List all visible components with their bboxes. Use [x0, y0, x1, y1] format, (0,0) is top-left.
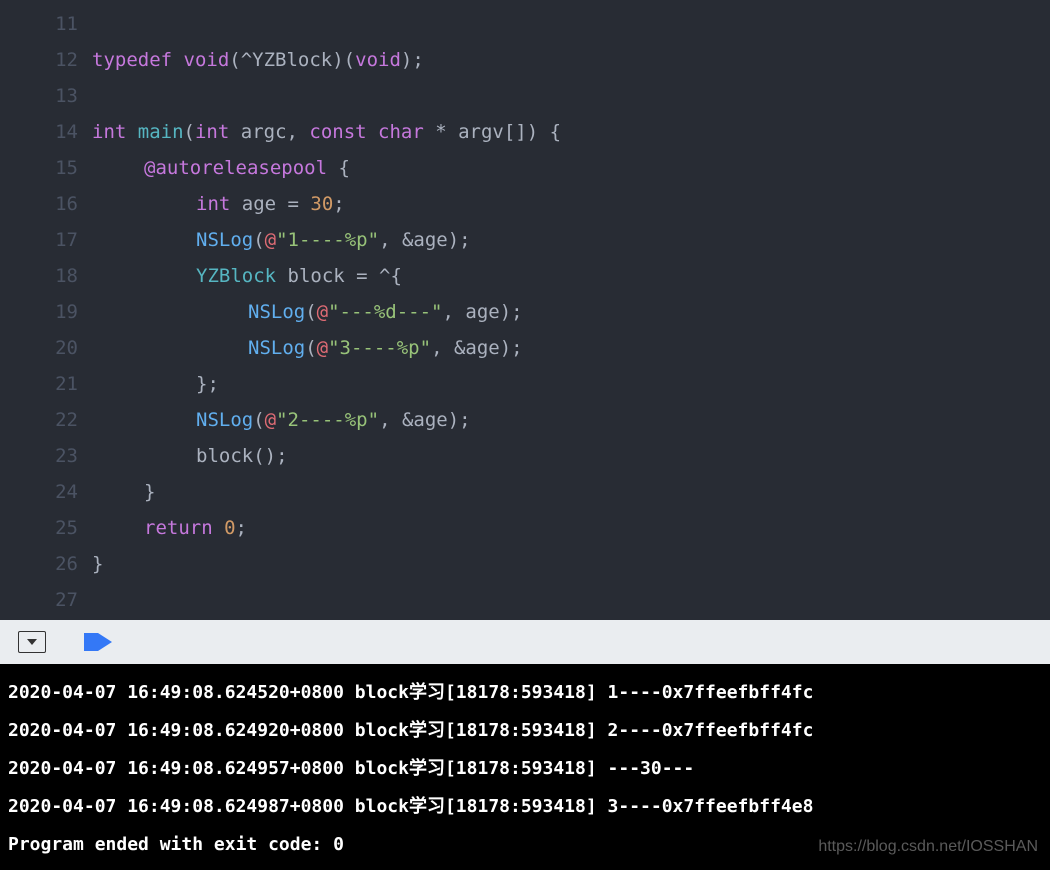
console-line: 2020-04-07 16:49:08.624987+0800 block学习[… [8, 788, 1042, 826]
line-number: 17 [0, 222, 78, 258]
code-line[interactable]: NSLog(@"1----%p", &age); [92, 222, 1050, 258]
code-line[interactable] [92, 6, 1050, 42]
line-number: 23 [0, 438, 78, 474]
code-line[interactable]: NSLog(@"2----%p", &age); [92, 402, 1050, 438]
line-number: 15 [0, 150, 78, 186]
code-line[interactable]: return 0; [92, 510, 1050, 546]
console-line: 2020-04-07 16:49:08.624920+0800 block学习[… [8, 712, 1042, 750]
console-line: 2020-04-07 16:49:08.624520+0800 block学习[… [8, 674, 1042, 712]
line-number: 22 [0, 402, 78, 438]
dropdown-button[interactable] [18, 631, 46, 653]
code-line[interactable]: YZBlock block = ^{ [92, 258, 1050, 294]
code-line[interactable]: block(); [92, 438, 1050, 474]
code-line[interactable]: } [92, 546, 1050, 582]
code-line[interactable]: int main(int argc, const char * argv[]) … [92, 114, 1050, 150]
code-line[interactable] [92, 78, 1050, 114]
line-number: 26 [0, 546, 78, 582]
code-line[interactable]: }; [92, 366, 1050, 402]
code-line[interactable]: int age = 30; [92, 186, 1050, 222]
code-line[interactable] [92, 582, 1050, 618]
line-number: 13 [0, 78, 78, 114]
line-number: 24 [0, 474, 78, 510]
breakpoint-arrow-icon[interactable] [98, 633, 112, 651]
code-editor[interactable]: 1112131415161718192021222324252627 typed… [0, 0, 1050, 620]
line-number: 20 [0, 330, 78, 366]
watermark-text: https://blog.csdn.net/IOSSHAN [818, 838, 1038, 856]
code-line[interactable]: @autoreleasepool { [92, 150, 1050, 186]
line-number: 14 [0, 114, 78, 150]
line-number: 18 [0, 258, 78, 294]
console-line: 2020-04-07 16:49:08.624957+0800 block学习[… [8, 750, 1042, 788]
chevron-down-icon [27, 639, 37, 645]
line-number-gutter: 1112131415161718192021222324252627 [0, 0, 92, 620]
console-output[interactable]: 2020-04-07 16:49:08.624520+0800 block学习[… [0, 664, 1050, 870]
code-line[interactable]: typedef void(^YZBlock)(void); [92, 42, 1050, 78]
debug-toolbar [0, 620, 1050, 664]
code-area[interactable]: typedef void(^YZBlock)(void); int main(in… [92, 0, 1050, 620]
line-number: 27 [0, 582, 78, 618]
code-line[interactable]: NSLog(@"3----%p", &age); [92, 330, 1050, 366]
line-number: 11 [0, 6, 78, 42]
line-number: 25 [0, 510, 78, 546]
line-number: 21 [0, 366, 78, 402]
line-number: 16 [0, 186, 78, 222]
code-line[interactable]: } [92, 474, 1050, 510]
line-number: 19 [0, 294, 78, 330]
code-line[interactable]: NSLog(@"---%d---", age); [92, 294, 1050, 330]
line-number: 12 [0, 42, 78, 78]
